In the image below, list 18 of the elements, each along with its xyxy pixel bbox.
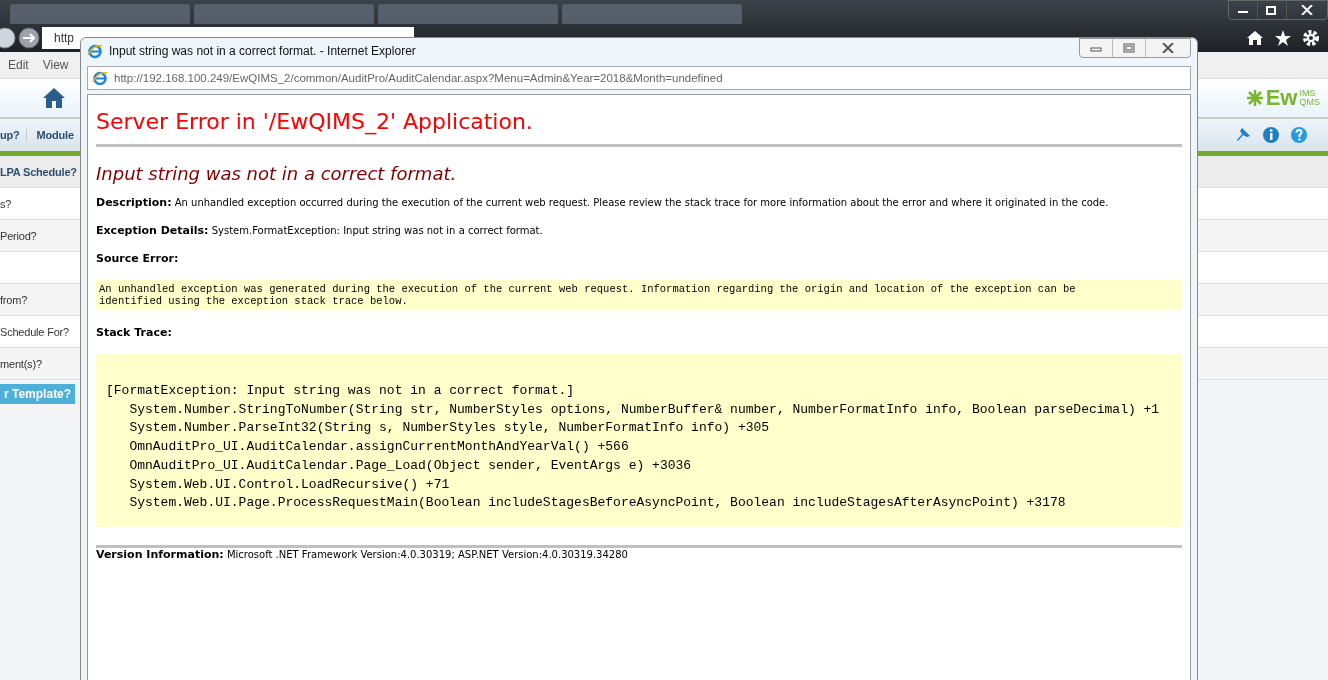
address-text: http bbox=[54, 31, 74, 45]
exception-details-text: Exception Details: System.FormatException: Input string was not in a correct format. bbox=[96, 224, 544, 237]
version-text: Version Information: Microsoft .NET Framework Version:4.0.30319; ASP.NET Version:4.0.30319.34280 bbox=[96, 547, 629, 561]
field-label: from? bbox=[0, 293, 28, 306]
field-label: Period? bbox=[0, 229, 37, 242]
error-heading: Server Error in '/EwQIMS_2' Application. bbox=[96, 109, 534, 134]
field-label: s? bbox=[0, 197, 12, 210]
window-title: Input string was not in a correct format. - Internet Explorer bbox=[109, 44, 416, 58]
section-header: LPA Schedule? bbox=[0, 165, 77, 178]
field-label: ment(s)? bbox=[0, 357, 42, 370]
url-text: http://192.168.100.249/EwQIMS_2/common/AuditPro/AuditCalendar.aspx?Menu=Admin&Year=2018&Month=undefined bbox=[114, 72, 723, 84]
stack-trace-box: [FormatException: Input string was not in a correct format.] System.Number.StringToNumber(String str, NumberStyles options, NumberBuffer& number, NumberFormatInfo info, Boolean parseDecimal) +1 System.Number.ParseInt32(String s, NumberStyles style, NumberFormatInfo info) +305 OmnAuditPro_UI.AuditCalendar.assignCurrentMonthAndYearVal() +566 OmnAuditPro_UI.AuditCalendar.Page_Load(Object sender, EventArgs e) +3036 System.Web.UI.Control.LoadRecursive() +71 System.Web.UI.Page.ProcessRequestMain(Boolean includeStagesBeforeAsyncPoint, Boolean includeStagesAfterAsyncPoint) +3178 bbox=[96, 354, 1182, 527]
source-error-box: An unhandled exception was generated during the execution of the current web request. Information regarding the origin and location of the exception can be identified using the exception stack trace below. bbox=[96, 280, 1182, 310]
stack-trace-label: Stack Trace: bbox=[96, 326, 173, 339]
field-label: Schedule For? bbox=[0, 325, 69, 338]
description-text: Description: An unhandled exception occurred during the execution of the current web request. Please review the stack trace for more information about the error and where it originated in the code. bbox=[96, 196, 1110, 209]
error-message: Input string was not in a correct format. bbox=[96, 163, 458, 184]
source-error-label: Source Error: bbox=[96, 252, 180, 265]
